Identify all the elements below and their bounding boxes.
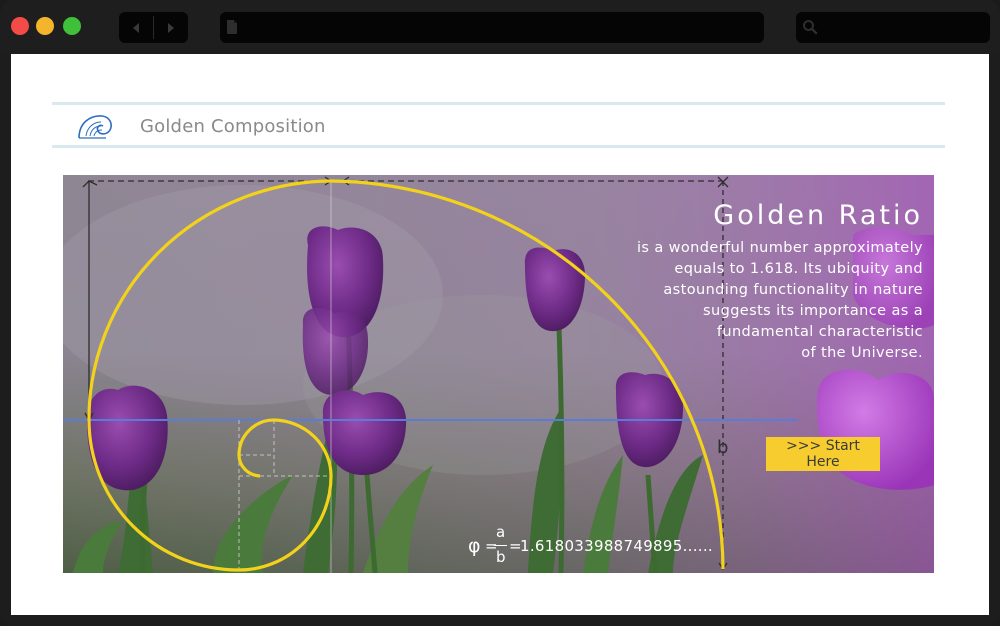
start-here-button[interactable]: >>> Start Here <box>766 437 880 471</box>
navigation-buttons <box>119 12 188 43</box>
browser-toolbar <box>0 0 1000 54</box>
formula-numerator: a <box>496 523 506 541</box>
back-button[interactable] <box>119 12 153 43</box>
forward-arrow-icon <box>168 22 174 33</box>
side-label-b: b <box>717 437 729 458</box>
nautilus-spiral-icon[interactable] <box>76 111 114 141</box>
address-bar[interactable] <box>220 12 764 43</box>
site-title[interactable]: Golden Composition <box>140 116 326 137</box>
header-rule-bottom <box>52 145 945 148</box>
browser-window: Golden Composition Golden Ratio is a won… <box>0 0 1000 626</box>
forward-button[interactable] <box>154 12 188 43</box>
hero-description: is a wonderful number approximately equa… <box>603 238 923 364</box>
header-rule-top <box>52 102 945 105</box>
tulip-photo <box>63 175 934 573</box>
description-line: is a wonderful number approximately <box>636 240 923 256</box>
description-line: of the Universe. <box>801 345 923 361</box>
minimize-window-button[interactable] <box>36 17 54 35</box>
page-icon <box>227 20 237 34</box>
formula-denominator: b <box>496 548 506 566</box>
search-icon <box>803 20 818 35</box>
phi-symbol: φ <box>468 535 481 557</box>
description-line: equals to 1.618. Its ubiquity and <box>674 261 923 277</box>
phi-value: 1.618033988749895...... <box>520 537 713 555</box>
close-window-button[interactable] <box>11 17 29 35</box>
maximize-window-button[interactable] <box>63 17 81 35</box>
description-line: suggests its importance as a <box>703 303 923 319</box>
back-arrow-icon <box>133 22 139 33</box>
hero-heading: Golden Ratio <box>713 200 923 231</box>
fraction-bar <box>494 545 507 546</box>
description-line: astounding functionality in nature <box>663 282 923 298</box>
search-bar[interactable] <box>796 12 990 43</box>
hero-banner: Golden Ratio is a wonderful number appro… <box>63 175 934 573</box>
page-viewport: Golden Composition Golden Ratio is a won… <box>11 54 989 615</box>
description-line: fundamental characteristic <box>716 324 923 340</box>
